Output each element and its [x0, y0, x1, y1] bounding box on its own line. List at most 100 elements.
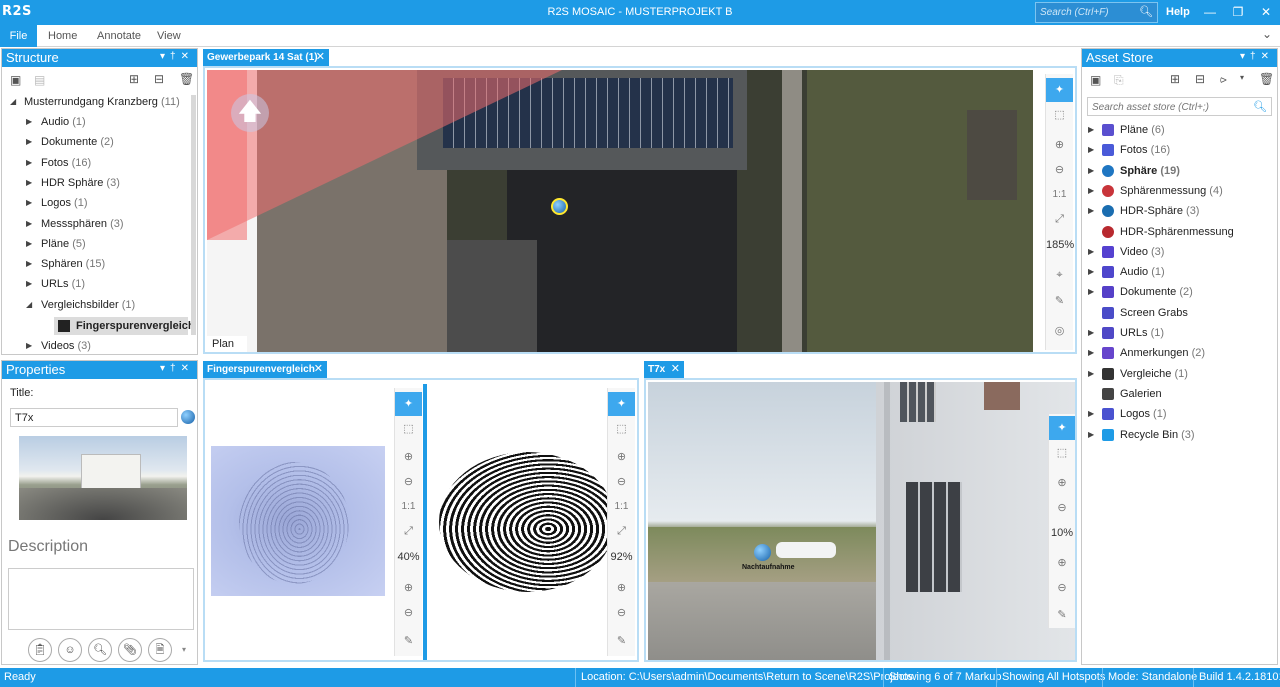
more-icon[interactable]: ▾ — [182, 645, 186, 654]
tab-plan[interactable]: Gewerbepark 14 Sat (1) ✕ — [203, 49, 329, 66]
actual-size-button[interactable]: 1:1 — [395, 501, 422, 512]
menu-view[interactable]: View — [149, 25, 189, 47]
expand-arrow-icon[interactable]: ▶ — [1088, 121, 1094, 139]
tab-compare[interactable]: Fingerspurenvergleich ✕ — [203, 361, 327, 378]
panel-controls[interactable]: ▾†✕ — [160, 363, 194, 374]
expand-arrow-icon[interactable]: ▶ — [26, 235, 32, 253]
expand-arrow-icon[interactable]: ▶ — [1088, 162, 1094, 180]
expand-arrow-icon[interactable]: ▶ — [26, 154, 32, 172]
expand-arrow-icon[interactable]: ▶ — [1088, 283, 1094, 301]
satellite-map[interactable]: 🡅︎ Plan — [207, 70, 1033, 352]
expand-arrow-icon[interactable]: ▶ — [1088, 365, 1094, 383]
tree-item-hdr-sphäre[interactable]: ▶ HDR Sphäre (3) — [26, 174, 186, 192]
tree-scrollbar[interactable] — [191, 95, 196, 335]
asset-item-fotos[interactable]: ▶ Fotos (16) — [1088, 141, 1273, 159]
tree-item-messsphären[interactable]: ▶ Messsphären (3) — [26, 215, 186, 233]
asset-item-logos[interactable]: ▶ Logos (1) — [1088, 405, 1273, 423]
asset-item-galerien[interactable]: Galerien — [1088, 385, 1273, 403]
delete-icon[interactable]: 🗑︎ — [1259, 72, 1274, 86]
select-tool-icon[interactable]: ⬚ — [395, 422, 422, 435]
menu-home[interactable]: Home — [40, 25, 85, 47]
tree-item-sphären[interactable]: ▶ Sphären (15) — [26, 255, 186, 273]
tree-item-fotos[interactable]: ▶ Fotos (16) — [26, 154, 186, 172]
tree-item-logos[interactable]: ▶ Logos (1) — [26, 194, 186, 212]
zoom-out-icon[interactable]: ⊖ — [608, 475, 635, 488]
filter-dropdown-icon[interactable]: ▾ — [1240, 73, 1244, 82]
expand-arrow-icon[interactable]: ▶ — [26, 133, 32, 151]
asset-search[interactable]: 🔍︎ — [1087, 97, 1272, 116]
global-search-input[interactable] — [1040, 5, 1140, 20]
asset-item-urls[interactable]: ▶ URLs (1) — [1088, 324, 1273, 342]
magnifier-icon[interactable]: 🔍︎ — [88, 638, 112, 662]
zoom-out-icon[interactable]: ⊖ — [1046, 163, 1073, 176]
measure-icon[interactable]: ✎ — [1046, 294, 1073, 307]
zoom-in-icon[interactable]: ⊕ — [1046, 138, 1073, 151]
tree-root[interactable]: ◢ Musterrundgang Kranzberg (11) — [10, 93, 190, 111]
collapse-all-icon[interactable]: ⊟ — [154, 72, 164, 86]
collapse-all-icon[interactable]: ⊟ — [1195, 72, 1205, 86]
link-icon[interactable]: ⎘ — [1114, 73, 1124, 88]
panel-controls[interactable]: ▾†✕ — [1240, 51, 1274, 62]
zoom-in-icon[interactable]: ⊕ — [395, 450, 422, 463]
ribbon-collapse-icon[interactable]: ⌄ — [1262, 27, 1272, 41]
asset-search-input[interactable] — [1092, 100, 1252, 114]
zoom-out-icon[interactable]: ⊖ — [395, 475, 422, 488]
remove-icon[interactable]: ⊖ — [608, 606, 635, 619]
asset-item-hdr-sphärenmessung[interactable]: HDR-Sphärenmessung — [1088, 223, 1273, 241]
select-tool-icon[interactable]: ⬚ — [1049, 446, 1075, 459]
expand-arrow-icon[interactable]: ▶ — [1088, 344, 1094, 362]
restore-icon[interactable]: ❐ — [1228, 3, 1248, 21]
search-icon[interactable]: 🔍︎ — [1139, 5, 1153, 18]
tab-close-icon[interactable]: ✕ — [314, 361, 323, 378]
edit-icon[interactable]: ✎ — [1049, 608, 1075, 621]
expand-all-icon[interactable]: ⊞ — [129, 72, 139, 86]
asset-item-anmerkungen[interactable]: ▶ Anmerkungen (2) — [1088, 344, 1273, 362]
zoom-in-icon[interactable]: ⊕ — [1049, 476, 1075, 489]
tree-item-audio[interactable]: ▶ Audio (1) — [26, 113, 186, 131]
expand-arrow-icon[interactable]: ▶ — [1088, 324, 1094, 342]
tab-close-icon[interactable]: ✕ — [671, 361, 680, 378]
tree-item-urls[interactable]: ▶ URLs (1) — [26, 275, 186, 293]
filter-icon[interactable]: ⪧ — [1220, 72, 1227, 87]
actual-size-button[interactable]: 1:1 — [1046, 189, 1073, 200]
description-field[interactable] — [8, 568, 194, 630]
sphere-hotspot-icon[interactable] — [551, 198, 568, 215]
edit-icon[interactable]: ✎ — [395, 634, 422, 647]
asset-item-dokumente[interactable]: ▶ Dokumente (2) — [1088, 283, 1273, 301]
expand-arrow-icon[interactable]: ▶ — [26, 174, 32, 192]
document-icon[interactable]: 🗎︎ — [148, 638, 172, 662]
expand-arrow-icon[interactable]: ▶ — [26, 194, 32, 212]
close-icon[interactable]: ✕ — [1256, 3, 1276, 21]
collapse-arrow-icon[interactable]: ◢ — [26, 296, 32, 314]
user-icon[interactable]: ☺ — [58, 638, 82, 662]
tree-item-vergleichsbilder[interactable]: ◢ Vergleichsbilder (1) — [26, 296, 186, 314]
minimize-icon[interactable]: ― — [1200, 3, 1220, 21]
expand-arrow-icon[interactable]: ▶ — [1088, 141, 1094, 159]
pan-tool-icon[interactable]: ✦ — [395, 392, 422, 416]
add-icon[interactable]: ⊕ — [395, 581, 422, 594]
search-icon[interactable]: 🔍︎ — [1253, 100, 1267, 113]
expand-arrow-icon[interactable]: ▶ — [26, 255, 32, 273]
zoom-in-icon[interactable]: ⊕ — [608, 450, 635, 463]
locate-icon[interactable]: ⌖ — [1046, 269, 1073, 282]
expand-arrow-icon[interactable]: ▶ — [1088, 182, 1094, 200]
asset-item-audio[interactable]: ▶ Audio (1) — [1088, 263, 1273, 281]
menu-file[interactable]: File — [0, 25, 37, 47]
asset-item-screen-grabs[interactable]: Screen Grabs — [1088, 304, 1273, 322]
new-folder-icon[interactable]: ▣ — [10, 73, 21, 87]
import-icon[interactable]: ▤ — [34, 73, 45, 87]
fit-icon[interactable]: ⤢ — [395, 525, 422, 538]
tree-item-videos[interactable]: ▶ Videos (3) — [26, 337, 186, 355]
sphere-hotspot-icon[interactable] — [754, 544, 771, 561]
tab-close-icon[interactable]: ✕ — [316, 49, 325, 66]
edit-icon[interactable]: ✎ — [608, 634, 635, 647]
remove-icon[interactable]: ⊖ — [1049, 581, 1075, 594]
pan-tool-icon[interactable]: ✦ — [608, 392, 635, 416]
globe-icon[interactable]: ◎ — [1046, 324, 1073, 337]
add-icon[interactable]: ⊕ — [1049, 556, 1075, 569]
expand-arrow-icon[interactable]: ▶ — [1088, 405, 1094, 423]
asset-item-video[interactable]: ▶ Video (3) — [1088, 243, 1273, 261]
attachment-icon[interactable]: 📎︎ — [118, 638, 142, 662]
fit-icon[interactable]: ⤢ — [608, 525, 635, 538]
select-tool-icon[interactable]: ⬚ — [608, 422, 635, 435]
